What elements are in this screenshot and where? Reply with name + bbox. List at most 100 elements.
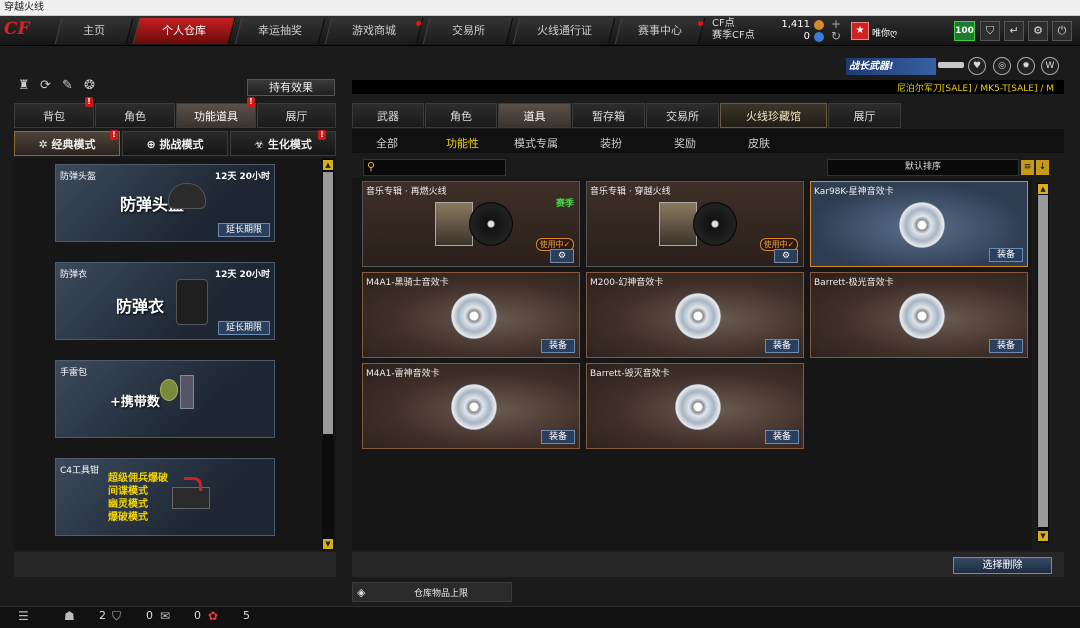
grenade-icon[interactable]: ❂ [84, 78, 100, 93]
settings-gear-icon[interactable]: ⚙ [550, 249, 574, 263]
sub-tab-functional[interactable]: 功能性 [446, 135, 479, 151]
promo-banner[interactable]: 战长武器! [846, 58, 936, 75]
target-icon[interactable]: ◎ [993, 57, 1011, 75]
left-tab-showroom[interactable]: 展厅 [257, 103, 336, 128]
equip-button[interactable]: 装备 [541, 339, 575, 353]
helmet-icon [168, 183, 206, 209]
shield-small-icon[interactable]: ⛉ [112, 609, 121, 624]
album-cover-icon [659, 202, 697, 246]
classic-alert-icon: ! [110, 130, 118, 140]
shield-icon[interactable]: ⛉ [980, 21, 1000, 41]
mode-tab-classic[interactable]: ✲ 经典模式 [14, 131, 120, 156]
nav-tab-exchange[interactable]: 交易所 [422, 18, 514, 44]
right-tab-storage-box[interactable]: 暂存箱 [572, 103, 645, 128]
list-view-icon[interactable]: ≡ [1021, 160, 1034, 175]
sort-dropdown[interactable]: 默认排序 [827, 159, 1019, 176]
sound-disc-icon [899, 202, 945, 248]
right-tab-characters[interactable]: 角色 [425, 103, 497, 128]
scroll-up-icon[interactable]: ▲ [1038, 184, 1048, 194]
window-title: 穿越火线 [0, 0, 1080, 16]
vinyl-record-icon [693, 202, 737, 246]
cycle-icon[interactable]: ⟳ [40, 78, 56, 93]
item-card-m4a1-black-knight[interactable]: M4A1-黑骑士音效卡 装备 [362, 272, 580, 358]
menu-list-icon[interactable]: ☰ [18, 609, 29, 623]
item-card-album-rekindle[interactable]: 音乐专辑 · 再燃火线 赛季 使用中✓ ⚙ [362, 181, 580, 267]
right-tab-weapons[interactable]: 武器 [352, 103, 424, 128]
right-tab-collection-hall[interactable]: 火线珍藏馆 [720, 103, 827, 128]
equip-button[interactable]: 装备 [989, 339, 1023, 353]
exit-room-icon[interactable]: ↵ [1004, 21, 1024, 41]
sub-tab-outfit[interactable]: 装扮 [600, 135, 622, 151]
nav-tab-lucky-draw[interactable]: 幸运抽奖 [234, 18, 326, 44]
item-card-barrett-aurora[interactable]: Barrett-极光音效卡 装备 [810, 272, 1028, 358]
item-card-c4-pliers[interactable]: C4工具钳 超级佣兵爆破 间谍模式 幽灵模式 爆破模式 [55, 458, 275, 536]
scroll-down-icon[interactable]: ▼ [1038, 531, 1048, 541]
item-card-grenade-bag[interactable]: 手雷包 +携带数 [55, 360, 275, 438]
item-card-vest[interactable]: 防弹衣 12天 20小时 防弹衣 延长期限 [55, 262, 275, 340]
sort-direction-icon[interactable]: ↓ [1036, 160, 1049, 175]
gift-icon[interactable]: ✿ [208, 609, 218, 623]
item-card-m4a1-thunder[interactable]: M4A1-雷神音效卡 装备 [362, 363, 580, 449]
sub-tab-skins[interactable]: 皮肤 [748, 135, 770, 151]
power-icon[interactable]: ⏻ [1052, 21, 1072, 41]
cf-logo[interactable]: CF [4, 19, 52, 43]
holding-effects-button[interactable]: 持有效果 [247, 79, 335, 96]
left-scroll-thumb[interactable] [323, 172, 333, 434]
left-tab-functional-items[interactable]: 功能道具 [176, 103, 256, 128]
wing-icon[interactable]: W [1041, 57, 1059, 75]
equip-button[interactable]: 装备 [541, 430, 575, 444]
extend-button[interactable]: 延长期限 [218, 321, 270, 335]
sound-disc-icon [899, 293, 945, 339]
right-tab-items[interactable]: 道具 [498, 103, 571, 128]
item-card-kar98k-sound[interactable]: Kar98K-星神音效卡 装备 [810, 181, 1028, 267]
storage-limit-bar[interactable]: ◈ 仓库物品上限 [352, 582, 512, 602]
sound-disc-icon [675, 384, 721, 430]
left-footer [14, 552, 336, 577]
search-input[interactable]: ⚲ [363, 159, 506, 176]
nav-tab-home[interactable]: 主页 [54, 18, 134, 44]
ranking-icon[interactable]: ♜ [18, 78, 34, 93]
item-card-barrett-destroy[interactable]: Barrett-毁灭音效卡 装备 [586, 363, 804, 449]
shop-notification-dot [416, 21, 421, 26]
nav-tab-events[interactable]: 赛事中心 [614, 18, 706, 44]
nav-tab-shop[interactable]: 游戏商城 [324, 18, 424, 44]
nav-tab-warehouse[interactable]: 个人仓库 [132, 18, 236, 44]
equip-button[interactable]: 装备 [765, 430, 799, 444]
item-card-helmet[interactable]: 防弹头盔 12天 20小时 防弹头盔 延长期限 [55, 164, 275, 242]
extend-button[interactable]: 延长期限 [218, 223, 270, 237]
left-tab-character[interactable]: 角色 [95, 103, 175, 128]
item-card-m200-phantom[interactable]: M200-幻神音效卡 装备 [586, 272, 804, 358]
sub-tab-all[interactable]: 全部 [376, 135, 398, 151]
nav-tab-battle-pass[interactable]: 火线通行证 [512, 18, 616, 44]
left-scrollbar[interactable] [322, 158, 334, 550]
badge-icon[interactable]: ♥ [968, 57, 986, 75]
sound-disc-icon [451, 384, 497, 430]
equip-button[interactable]: 装备 [765, 339, 799, 353]
right-tab-showroom[interactable]: 展厅 [828, 103, 901, 128]
mode-tab-challenge[interactable]: ⊕ 挑战模式 [122, 131, 228, 156]
vest-icon [176, 279, 208, 325]
right-scrollbar[interactable] [1037, 183, 1049, 543]
equip-button[interactable]: 装备 [989, 248, 1023, 262]
right-tab-exchange[interactable]: 交易所 [646, 103, 719, 128]
cf-point-icon [814, 20, 824, 30]
settings-gear-icon[interactable]: ⚙ [1028, 21, 1048, 41]
tools-icon[interactable]: ✎ [62, 78, 78, 93]
left-tab-backpack[interactable]: 背包 [14, 103, 94, 128]
friends-count: 2 [99, 609, 106, 622]
scroll-up-icon[interactable]: ▲ [323, 160, 333, 170]
sub-tab-rewards[interactable]: 奖励 [674, 135, 696, 151]
friends-icon[interactable]: ☗ [64, 609, 75, 623]
chat-icon[interactable]: ✉ [160, 609, 170, 623]
emblem-icon[interactable]: ✹ [1017, 57, 1035, 75]
flashbang-icon [180, 375, 194, 409]
right-scroll-thumb[interactable] [1038, 195, 1048, 527]
scroll-down-icon[interactable]: ▼ [323, 539, 333, 549]
item-card-album-crossfire[interactable]: 音乐专辑 · 穿越火线 使用中✓ ⚙ [586, 181, 804, 267]
settings-gear-icon[interactable]: ⚙ [774, 249, 798, 263]
select-delete-button[interactable]: 选择删除 [953, 557, 1052, 574]
sub-tab-mode-exclusive[interactable]: 模式专属 [514, 135, 558, 151]
item-grid: 音乐专辑 · 再燃火线 赛季 使用中✓ ⚙ 音乐专辑 · 穿越火线 使用中✓ ⚙… [352, 178, 1032, 550]
refresh-icon[interactable]: ↻ [831, 29, 841, 43]
challenge-mode-icon: ⊕ [146, 138, 160, 151]
